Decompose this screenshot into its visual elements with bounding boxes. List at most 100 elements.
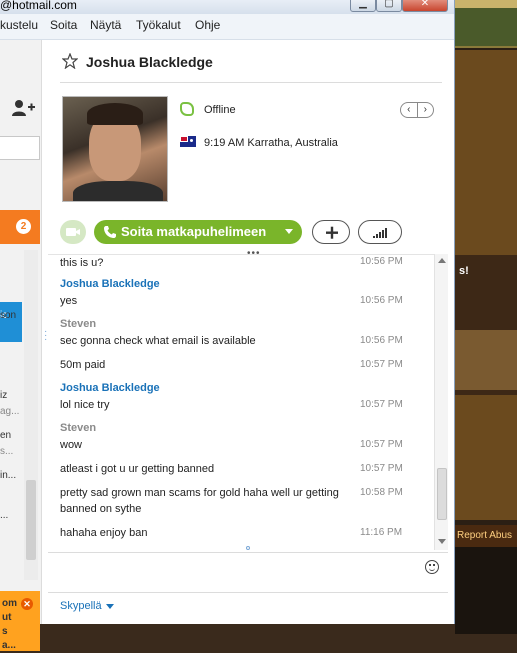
promo-banner[interactable]: om ut s a... ✕ [0,591,40,651]
message-sender[interactable]: Joshua Blackledge [60,278,160,290]
conversation-pane: Joshua Blackledge Offline ‹ › 9:19 AM Ka… [48,40,454,624]
message-text: lol nice try [60,399,110,411]
menu-call[interactable]: Soita [50,18,77,32]
avatar-hair [87,103,143,125]
plus-icon [326,226,338,239]
promo-line: a... [2,640,16,651]
message-time: 10:56 PM [360,295,403,306]
contact-item-fragment[interactable]: s... [0,446,13,457]
contacts-sidebar: 2 ic son iz ag... en s... in... ... om u… [0,40,42,651]
contact-item-fragment[interactable]: in... [0,470,16,481]
game-bottom [455,547,517,634]
message-text: hahaha enjoy ban [60,527,148,539]
message-text: yes [60,295,78,307]
call-quality-button[interactable] [358,220,402,244]
menu-tools[interactable]: Työkalut [136,18,181,32]
australia-flag-icon [180,136,196,147]
contact-item-fragment[interactable]: ag... [0,406,19,417]
chevron-left-icon[interactable]: ‹ [401,103,417,117]
signal-bars-icon [373,228,387,238]
report-abuse-button[interactable]: Report Abus [455,525,517,547]
offline-status-icon [180,102,194,116]
chat-history: this is u? 10:56 PM Joshua Blackledge ye… [48,254,440,550]
scroll-up-icon[interactable] [438,258,446,263]
maximize-button[interactable]: ▢ [376,0,402,12]
message-sender[interactable]: Joshua Blackledge [60,382,160,394]
chevron-down-icon[interactable] [285,229,293,234]
phone-icon [104,226,116,238]
send-method-dropdown[interactable]: Skypellä [60,600,114,612]
menu-bar: kustelu Soita Näytä Työkalut Ohje [0,14,454,40]
contact-item-fragment[interactable]: ... [0,510,8,521]
add-participant-button[interactable] [312,220,350,244]
emoticon-icon[interactable] [425,560,439,574]
contact-avatar[interactable] [62,96,168,202]
scrollbar-thumb[interactable] [26,480,36,560]
minimize-icon: ▁ [359,0,367,9]
profile-nav-arrows[interactable]: ‹ › [400,102,434,118]
unread-badge: 2 [16,219,31,234]
background-game-window: s! Report Abus [455,0,517,634]
contact-status: Offline [204,104,236,116]
selected-contact-item[interactable]: ic [0,302,22,342]
compose-resize-handle[interactable] [246,546,250,550]
call-button-label: Soita matkapuhelimeen [121,224,267,239]
message-sender[interactable]: Steven [60,422,96,434]
send-method-label: Skypellä [60,600,102,612]
game-text: s! [459,265,469,277]
message-text: 50m paid [60,359,106,371]
message-text: pretty sad grown man scams for gold haha… [60,487,339,515]
flag-union-jack [180,136,188,142]
promo-line: ut [2,612,12,623]
scrollbar-thumb[interactable] [437,468,447,520]
chevron-down-icon [105,603,114,609]
contact-search-input[interactable] [0,136,40,160]
message-time: 10:57 PM [360,399,403,410]
game-board [455,330,517,390]
message-time: 11:16 PM [360,527,403,538]
chevron-right-icon[interactable]: › [416,103,434,117]
menu-help[interactable]: Ohje [195,18,220,32]
call-mobile-button[interactable]: Soita matkapuhelimeen [94,220,302,244]
message-time: 10:56 PM [360,256,403,267]
skype-window: @hotmail.com ▁ ▢ ✕ kustelu Soita Näytä T… [0,0,455,651]
chat-scrollbar[interactable] [434,254,448,550]
game-top-bar [455,0,517,8]
flag-star [190,139,193,142]
avatar-shirt [73,181,163,201]
game-minimap [455,8,517,48]
pane-splitter[interactable]: · · · [44,327,47,345]
recent-conversations-tab[interactable]: 2 [0,210,40,244]
contact-local-time: 9:19 AM Karratha, Australia [204,137,338,149]
favorite-star-icon[interactable] [62,53,78,69]
minimize-button[interactable]: ▁ [350,0,376,12]
message-time: 10:57 PM [360,439,403,450]
contact-item-fragment[interactable]: son [0,310,16,321]
contact-name-heading: Joshua Blackledge [86,54,213,70]
sidebar-scrollbar[interactable] [24,250,38,580]
promo-line: s [2,626,8,637]
video-call-button[interactable] [60,220,86,244]
title-bar: @hotmail.com ▁ ▢ ✕ [0,0,454,14]
close-icon: ✕ [420,0,430,9]
message-text: wow [60,439,83,451]
message-time: 10:58 PM [360,487,403,498]
close-promo-icon[interactable]: ✕ [21,598,33,610]
menu-conversation[interactable]: kustelu [0,18,38,32]
menu-view[interactable]: Näytä [90,18,121,32]
maximize-icon: ▢ [384,0,394,9]
message-time: 10:57 PM [360,359,403,370]
add-contact-icon[interactable] [10,98,36,118]
header-divider [60,82,442,83]
message-time: 10:56 PM [360,335,403,346]
scroll-down-icon[interactable] [438,539,446,544]
message-input[interactable] [48,552,448,592]
contact-item-fragment[interactable]: en [0,430,11,441]
message-sender[interactable]: Steven [60,318,96,330]
message-text: sec gonna check what email is available [60,335,256,347]
close-button[interactable]: ✕ [402,0,448,12]
video-camera-icon [66,228,80,236]
message-text: atleast i got u ur getting banned [60,463,215,475]
message-text: this is u? [60,257,104,269]
contact-item-fragment[interactable]: iz [0,390,7,401]
